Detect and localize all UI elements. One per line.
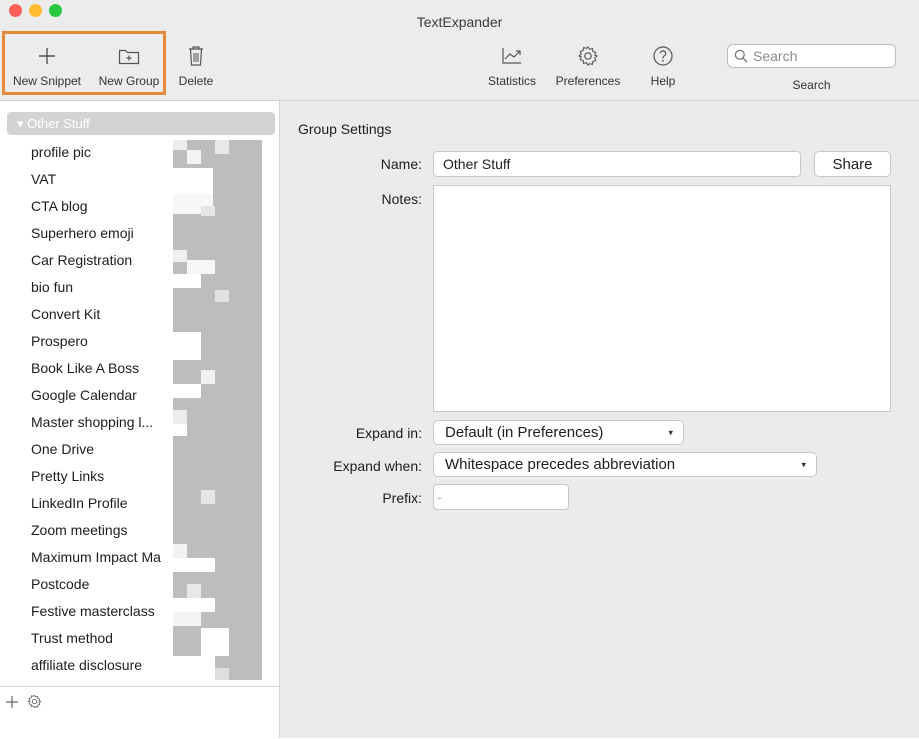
list-item[interactable]: Superhero emoji	[31, 225, 171, 241]
list-item[interactable]: CTA blog	[31, 198, 171, 214]
name-field[interactable]: Other Stuff	[433, 151, 801, 177]
list-item[interactable]: Master shopping l...	[31, 414, 171, 430]
help-icon	[643, 42, 683, 70]
expand-when-label: Expand when:	[333, 458, 422, 474]
list-item[interactable]: Festive masterclass	[31, 603, 171, 619]
preferences-button[interactable]: Preferences	[548, 42, 628, 88]
annotation-highlight-box	[2, 31, 166, 95]
list-item[interactable]: Book Like A Boss	[31, 360, 171, 376]
statistics-button[interactable]: Statistics	[482, 42, 542, 88]
list-item[interactable]: Postcode	[31, 576, 171, 592]
list-item[interactable]: VAT	[31, 171, 171, 187]
expand-in-label: Expand in:	[355, 425, 422, 441]
toolbar: TextExpander New Snippet New Group Delet…	[0, 0, 919, 101]
expand-when-value: Whitespace precedes abbreviation	[445, 456, 676, 473]
prefix-placeholder: -	[437, 489, 442, 505]
add-snippet-plus-icon[interactable]	[5, 695, 19, 714]
delete-button[interactable]: Delete	[174, 42, 218, 88]
textexpander-window: TextExpander New Snippet New Group Delet…	[0, 0, 919, 738]
list-item[interactable]: LinkedIn Profile	[31, 495, 171, 511]
list-item[interactable]: profile pic	[31, 144, 171, 160]
group-settings-heading: Group Settings	[298, 121, 392, 137]
list-item[interactable]: One Drive	[31, 441, 171, 457]
group-settings-panel: Group Settings Name: Other Stuff Share N…	[280, 101, 919, 738]
share-button[interactable]: Share	[814, 151, 891, 177]
window-title: TextExpander	[416, 14, 503, 30]
search-placeholder: Search	[753, 48, 798, 64]
sidebar-footer	[0, 686, 279, 739]
chevron-down-icon: ▾	[801, 459, 806, 469]
list-item[interactable]: Google Calendar	[31, 387, 171, 403]
notes-textarea[interactable]	[433, 185, 891, 412]
expand-in-select[interactable]: Default (in Preferences) ▾	[433, 420, 684, 445]
notes-label: Notes:	[381, 191, 422, 207]
prefix-label: Prefix:	[382, 490, 422, 506]
preferences-label: Preferences	[555, 74, 621, 88]
sidebar-gear-icon[interactable]	[27, 694, 42, 714]
gear-icon	[548, 42, 628, 70]
list-item[interactable]: affiliate disclosure	[31, 657, 171, 673]
chevron-down-icon: ▾	[668, 427, 673, 437]
search-icon	[734, 49, 748, 63]
search-label: Search	[792, 78, 831, 92]
list-item[interactable]: Prospero	[31, 333, 171, 349]
delete-label: Delete	[178, 74, 214, 88]
search-input[interactable]: Search	[727, 44, 896, 68]
list-item[interactable]: bio fun	[31, 279, 171, 295]
expand-when-select[interactable]: Whitespace precedes abbreviation ▾	[433, 452, 817, 477]
list-item[interactable]: Zoom meetings	[31, 522, 171, 538]
list-item[interactable]: Car Registration	[31, 252, 171, 268]
prefix-field[interactable]: -	[433, 484, 569, 510]
statistics-label: Statistics	[487, 74, 536, 88]
expand-in-value: Default (in Preferences)	[445, 424, 604, 441]
list-item[interactable]: Convert Kit	[31, 306, 171, 322]
help-button[interactable]: Help	[643, 42, 683, 88]
sidebar-group-other-stuff[interactable]: ▾ Other Stuff	[7, 112, 275, 135]
list-item[interactable]: Trust method	[31, 630, 171, 646]
statistics-chart-icon	[482, 42, 542, 70]
trash-icon	[174, 42, 218, 70]
list-item[interactable]: Pretty Links	[31, 468, 171, 484]
redacted-abbreviations	[173, 140, 262, 680]
name-label: Name:	[380, 156, 422, 172]
help-label: Help	[650, 74, 676, 88]
list-item[interactable]: Maximum Impact Ma	[31, 549, 171, 565]
